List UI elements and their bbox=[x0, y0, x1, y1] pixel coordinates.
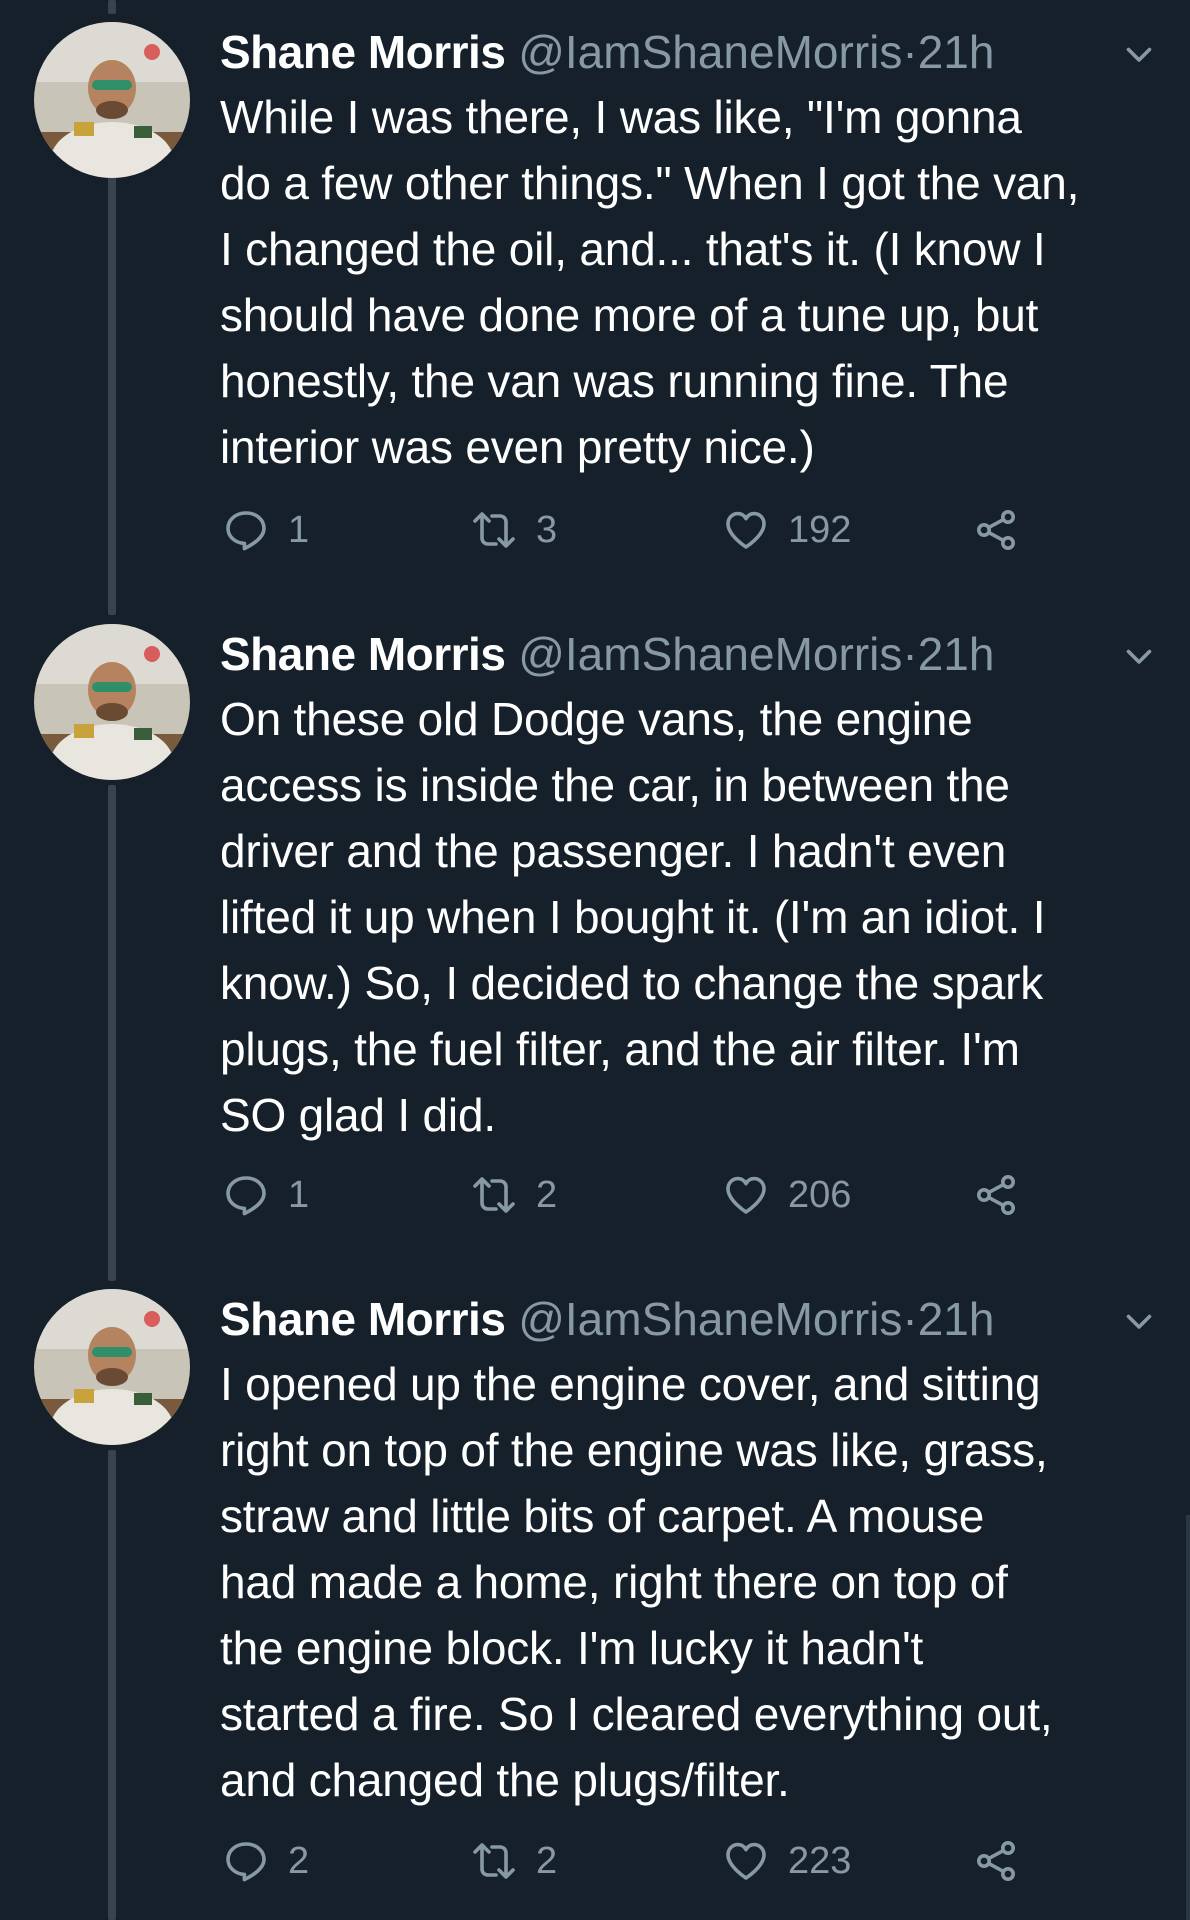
separator: · bbox=[902, 628, 918, 680]
author-name[interactable]: Shane Morris bbox=[220, 1293, 506, 1345]
separator: · bbox=[902, 26, 918, 78]
reply-count: 2 bbox=[288, 1839, 310, 1882]
text-line: I changed the oil, and... that's it. (I … bbox=[220, 223, 1046, 275]
retweet-button[interactable]: 2 bbox=[470, 1831, 557, 1891]
text-line: plugs, the fuel filter, and the air filt… bbox=[220, 1023, 1020, 1075]
tweet-text: On these old Dodge vans, the engine acce… bbox=[220, 686, 1165, 1148]
tweet-text: While I was there, I was like, "I'm gonn… bbox=[220, 84, 1165, 480]
retweet-count: 2 bbox=[536, 1839, 558, 1882]
reply-icon bbox=[226, 1842, 266, 1882]
avatar[interactable] bbox=[34, 624, 190, 780]
text-line: and changed the plugs/filter. bbox=[220, 1754, 790, 1806]
retweet-button[interactable]: 3 bbox=[470, 500, 557, 560]
author-handle[interactable]: @IamShaneMorris bbox=[518, 628, 902, 680]
heart-icon bbox=[726, 1842, 766, 1880]
tweet-content: Shane Morris @IamShaneMorris·21h On thes… bbox=[220, 624, 1165, 1216]
retweet-icon bbox=[473, 1843, 515, 1879]
reply-icon bbox=[226, 1176, 266, 1216]
timestamp[interactable]: 21h bbox=[918, 26, 995, 78]
reply-icon bbox=[226, 511, 266, 551]
text-line: lifted it up when I bought it. (I'm an i… bbox=[220, 891, 1046, 943]
like-count: 223 bbox=[788, 1839, 852, 1882]
author-handle[interactable]: @IamShaneMorris bbox=[518, 26, 902, 78]
avatar-image bbox=[34, 22, 190, 178]
text-line: driver and the passenger. I hadn't even bbox=[220, 825, 1007, 877]
share-button[interactable] bbox=[972, 1165, 1038, 1225]
chevron-down-icon[interactable] bbox=[1121, 36, 1157, 72]
text-line: the engine block. I'm lucky it hadn't bbox=[220, 1622, 924, 1674]
text-line: interior was even pretty nice.) bbox=[220, 421, 815, 473]
text-line: access is inside the car, in between the bbox=[220, 759, 1010, 811]
timestamp[interactable]: 21h bbox=[918, 1293, 995, 1345]
text-line: straw and little bits of carpet. A mouse bbox=[220, 1490, 985, 1542]
avatar-image bbox=[34, 1289, 190, 1445]
heart-icon bbox=[726, 511, 766, 549]
reply-count: 1 bbox=[288, 1173, 310, 1216]
tweet-content: Shane Morris @IamShaneMorris·21h I opene… bbox=[220, 1289, 1165, 1882]
share-button[interactable] bbox=[972, 1831, 1038, 1891]
text-line: honestly, the van was running fine. The bbox=[220, 355, 1009, 407]
avatar-image bbox=[34, 624, 190, 780]
reply-button[interactable]: 2 bbox=[222, 1831, 309, 1891]
share-icon bbox=[977, 510, 1015, 550]
like-button[interactable]: 192 bbox=[722, 500, 851, 560]
timeline: Shane Morris @IamShaneMorris·21h While I… bbox=[0, 0, 1190, 1920]
tweet-content: Shane Morris @IamShaneMorris·21h While I… bbox=[220, 22, 1165, 551]
reply-count: 1 bbox=[288, 508, 310, 551]
text-line: know.) So, I decided to change the spark bbox=[220, 957, 1044, 1009]
thread-line bbox=[108, 0, 116, 14]
tweet-actions: 2 2 223 bbox=[220, 1831, 1165, 1891]
thread-line bbox=[108, 785, 116, 1281]
author-name[interactable]: Shane Morris bbox=[220, 628, 506, 680]
tweet-header: Shane Morris @IamShaneMorris·21h bbox=[220, 1289, 1165, 1349]
reply-button[interactable]: 1 bbox=[222, 1165, 309, 1225]
like-button[interactable]: 206 bbox=[722, 1165, 851, 1225]
text-line: I opened up the engine cover, and sittin… bbox=[220, 1358, 1041, 1410]
avatar[interactable] bbox=[34, 22, 190, 178]
text-line: should have done more of a tune up, but bbox=[220, 289, 1039, 341]
retweet-icon bbox=[473, 512, 515, 548]
text-line: SO glad I did. bbox=[220, 1089, 496, 1141]
separator: · bbox=[902, 1293, 918, 1345]
tweet-actions: 1 2 206 bbox=[220, 1165, 1165, 1225]
tweet-text: I opened up the engine cover, and sittin… bbox=[220, 1351, 1165, 1813]
avatar[interactable] bbox=[34, 1289, 190, 1445]
share-button[interactable] bbox=[972, 500, 1038, 560]
scrollbar[interactable] bbox=[1186, 1515, 1190, 1920]
share-icon bbox=[977, 1841, 1015, 1881]
like-button[interactable]: 223 bbox=[722, 1831, 851, 1891]
tweet-actions: 1 3 192 bbox=[220, 500, 1165, 560]
text-line: On these old Dodge vans, the engine bbox=[220, 693, 973, 745]
thread-line bbox=[108, 1450, 116, 1920]
tweet-header: Shane Morris @IamShaneMorris·21h bbox=[220, 624, 1165, 684]
heart-icon bbox=[726, 1176, 766, 1214]
author-name[interactable]: Shane Morris bbox=[220, 26, 506, 78]
text-line: While I was there, I was like, "I'm gonn… bbox=[220, 91, 1022, 143]
like-count: 206 bbox=[788, 1173, 852, 1216]
chevron-down-icon[interactable] bbox=[1121, 638, 1157, 674]
text-line: do a few other things." When I got the v… bbox=[220, 157, 1080, 209]
retweet-icon bbox=[473, 1177, 515, 1213]
like-count: 192 bbox=[788, 508, 852, 551]
text-line: right on top of the engine was like, gra… bbox=[220, 1424, 1048, 1476]
tweet-header: Shane Morris @IamShaneMorris·21h bbox=[220, 22, 1165, 82]
chevron-down-icon[interactable] bbox=[1121, 1303, 1157, 1339]
timestamp[interactable]: 21h bbox=[918, 628, 995, 680]
thread-line bbox=[108, 157, 116, 615]
text-line: had made a home, right there on top of bbox=[220, 1556, 1008, 1608]
reply-button[interactable]: 1 bbox=[222, 500, 309, 560]
text-line: started a fire. So I cleared everything … bbox=[220, 1688, 1053, 1740]
author-handle[interactable]: @IamShaneMorris bbox=[518, 1293, 902, 1345]
share-icon bbox=[977, 1175, 1015, 1215]
retweet-count: 3 bbox=[536, 508, 558, 551]
retweet-count: 2 bbox=[536, 1173, 558, 1216]
retweet-button[interactable]: 2 bbox=[470, 1165, 557, 1225]
